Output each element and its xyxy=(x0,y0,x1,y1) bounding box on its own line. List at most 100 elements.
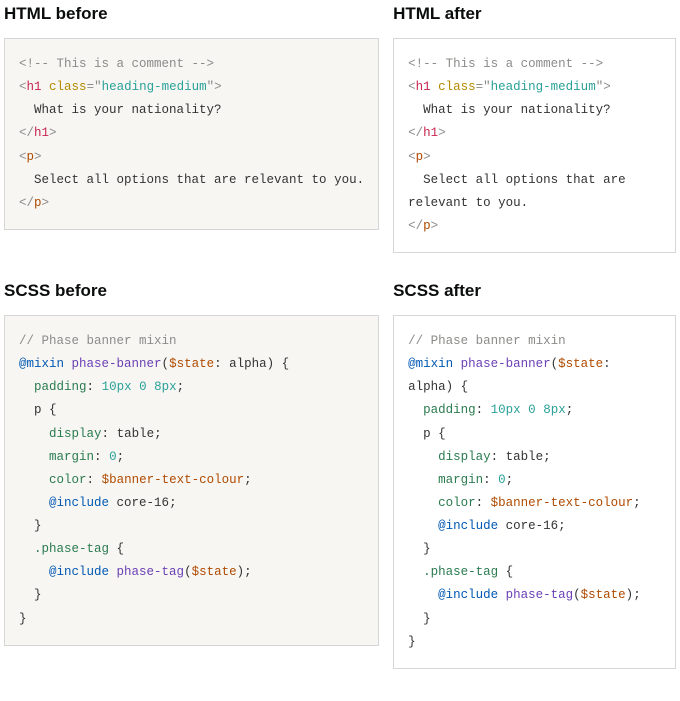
tag-p: p xyxy=(416,150,424,164)
punct: } xyxy=(34,588,42,602)
punct: > xyxy=(49,126,57,140)
prop: margin xyxy=(49,450,94,464)
selector: p xyxy=(34,403,42,417)
prop: margin xyxy=(438,473,483,487)
punct: > xyxy=(438,126,446,140)
punct: ; xyxy=(244,473,252,487)
punct: : xyxy=(87,473,95,487)
code-html-after[interactable]: <!-- This is a comment --> <h1 class="he… xyxy=(393,38,676,253)
punct: : xyxy=(491,450,499,464)
tag-p: p xyxy=(34,196,42,210)
prop: padding xyxy=(34,380,87,394)
punct: > xyxy=(34,150,42,164)
heading-scss-after: SCSS after xyxy=(393,281,676,301)
punct: ( xyxy=(573,588,581,602)
tag-p: p xyxy=(27,150,35,164)
value: 0 xyxy=(528,403,536,417)
punct: { xyxy=(117,542,125,556)
punct: : xyxy=(603,357,611,371)
punct: : xyxy=(102,427,110,441)
value: 8px xyxy=(154,380,177,394)
code-html-before[interactable]: <!-- This is a comment --> <h1 class="he… xyxy=(4,38,379,230)
include-name: core-16 xyxy=(117,496,170,510)
punct: </ xyxy=(408,126,423,140)
var: $state xyxy=(192,565,237,579)
punct: : xyxy=(87,380,95,394)
value: table xyxy=(506,450,544,464)
punct: " xyxy=(483,80,491,94)
value: 0 xyxy=(109,450,117,464)
punct: { xyxy=(506,565,514,579)
value: table xyxy=(117,427,155,441)
punct: ; xyxy=(566,403,574,417)
punct: > xyxy=(214,80,222,94)
code-comment: <!-- This is a comment --> xyxy=(408,57,603,71)
at-rule: @include xyxy=(438,588,498,602)
punct: " xyxy=(94,80,102,94)
punct: > xyxy=(431,219,439,233)
code-scss-after[interactable]: // Phase banner mixin @mixin phase-banne… xyxy=(393,315,676,669)
value: 10px xyxy=(102,380,132,394)
selector: p xyxy=(423,427,431,441)
prop: display xyxy=(438,450,491,464)
heading-html-after: HTML after xyxy=(393,4,676,24)
include-name: core-16 xyxy=(506,519,559,533)
at-rule: @mixin xyxy=(19,357,64,371)
punct: < xyxy=(408,150,416,164)
punct: ; xyxy=(117,450,125,464)
text-node: What is your nationality? xyxy=(34,103,222,117)
punct: ; xyxy=(633,588,641,602)
punct: } xyxy=(408,635,416,649)
tag-h1: h1 xyxy=(27,80,42,94)
punct: < xyxy=(19,80,27,94)
value: 8px xyxy=(543,403,566,417)
heading-html-before: HTML before xyxy=(4,4,379,24)
punct: } xyxy=(34,519,42,533)
at-rule: @include xyxy=(438,519,498,533)
prop: display xyxy=(49,427,102,441)
tag-h1: h1 xyxy=(423,126,438,140)
include-name: phase-tag xyxy=(117,565,185,579)
punct: ) xyxy=(267,357,275,371)
heading-scss-before: SCSS before xyxy=(4,281,379,301)
punct: } xyxy=(423,542,431,556)
tag-h1: h1 xyxy=(34,126,49,140)
punct: </ xyxy=(408,219,423,233)
var: $banner-text-colour xyxy=(102,473,245,487)
punct: </ xyxy=(19,196,34,210)
punct: ; xyxy=(244,565,252,579)
punct: { xyxy=(461,380,469,394)
punct: ) xyxy=(446,380,454,394)
punct: > xyxy=(423,150,431,164)
code-comment: // Phase banner mixin xyxy=(19,334,177,348)
value: alpha xyxy=(408,380,446,394)
space xyxy=(431,80,439,94)
at-rule: @include xyxy=(49,565,109,579)
punct: ( xyxy=(162,357,170,371)
punct: " xyxy=(207,80,215,94)
at-rule: @include xyxy=(49,496,109,510)
punct: ; xyxy=(154,427,162,441)
prop: color xyxy=(49,473,87,487)
include-name: phase-tag xyxy=(506,588,574,602)
punct: ; xyxy=(543,450,551,464)
tag-h1: h1 xyxy=(416,80,431,94)
value: 0 xyxy=(498,473,506,487)
text-node: Select all options that are relevant to … xyxy=(408,173,633,210)
code-scss-before[interactable]: // Phase banner mixin @mixin phase-banne… xyxy=(4,315,379,646)
value: 0 xyxy=(139,380,147,394)
code-comment: // Phase banner mixin xyxy=(408,334,566,348)
attr-class: class xyxy=(49,80,87,94)
var: $state xyxy=(169,357,214,371)
var: $state xyxy=(558,357,603,371)
punct: } xyxy=(19,612,27,626)
attr-class: class xyxy=(438,80,476,94)
prop: color xyxy=(438,496,476,510)
code-comment: <!-- This is a comment --> xyxy=(19,57,214,71)
punct: < xyxy=(408,80,416,94)
punct: ; xyxy=(633,496,641,510)
attr-value: heading-medium xyxy=(491,80,596,94)
selector: .phase-tag xyxy=(34,542,109,556)
punct: : xyxy=(214,357,222,371)
text-node: Select all options that are relevant to … xyxy=(34,173,364,187)
